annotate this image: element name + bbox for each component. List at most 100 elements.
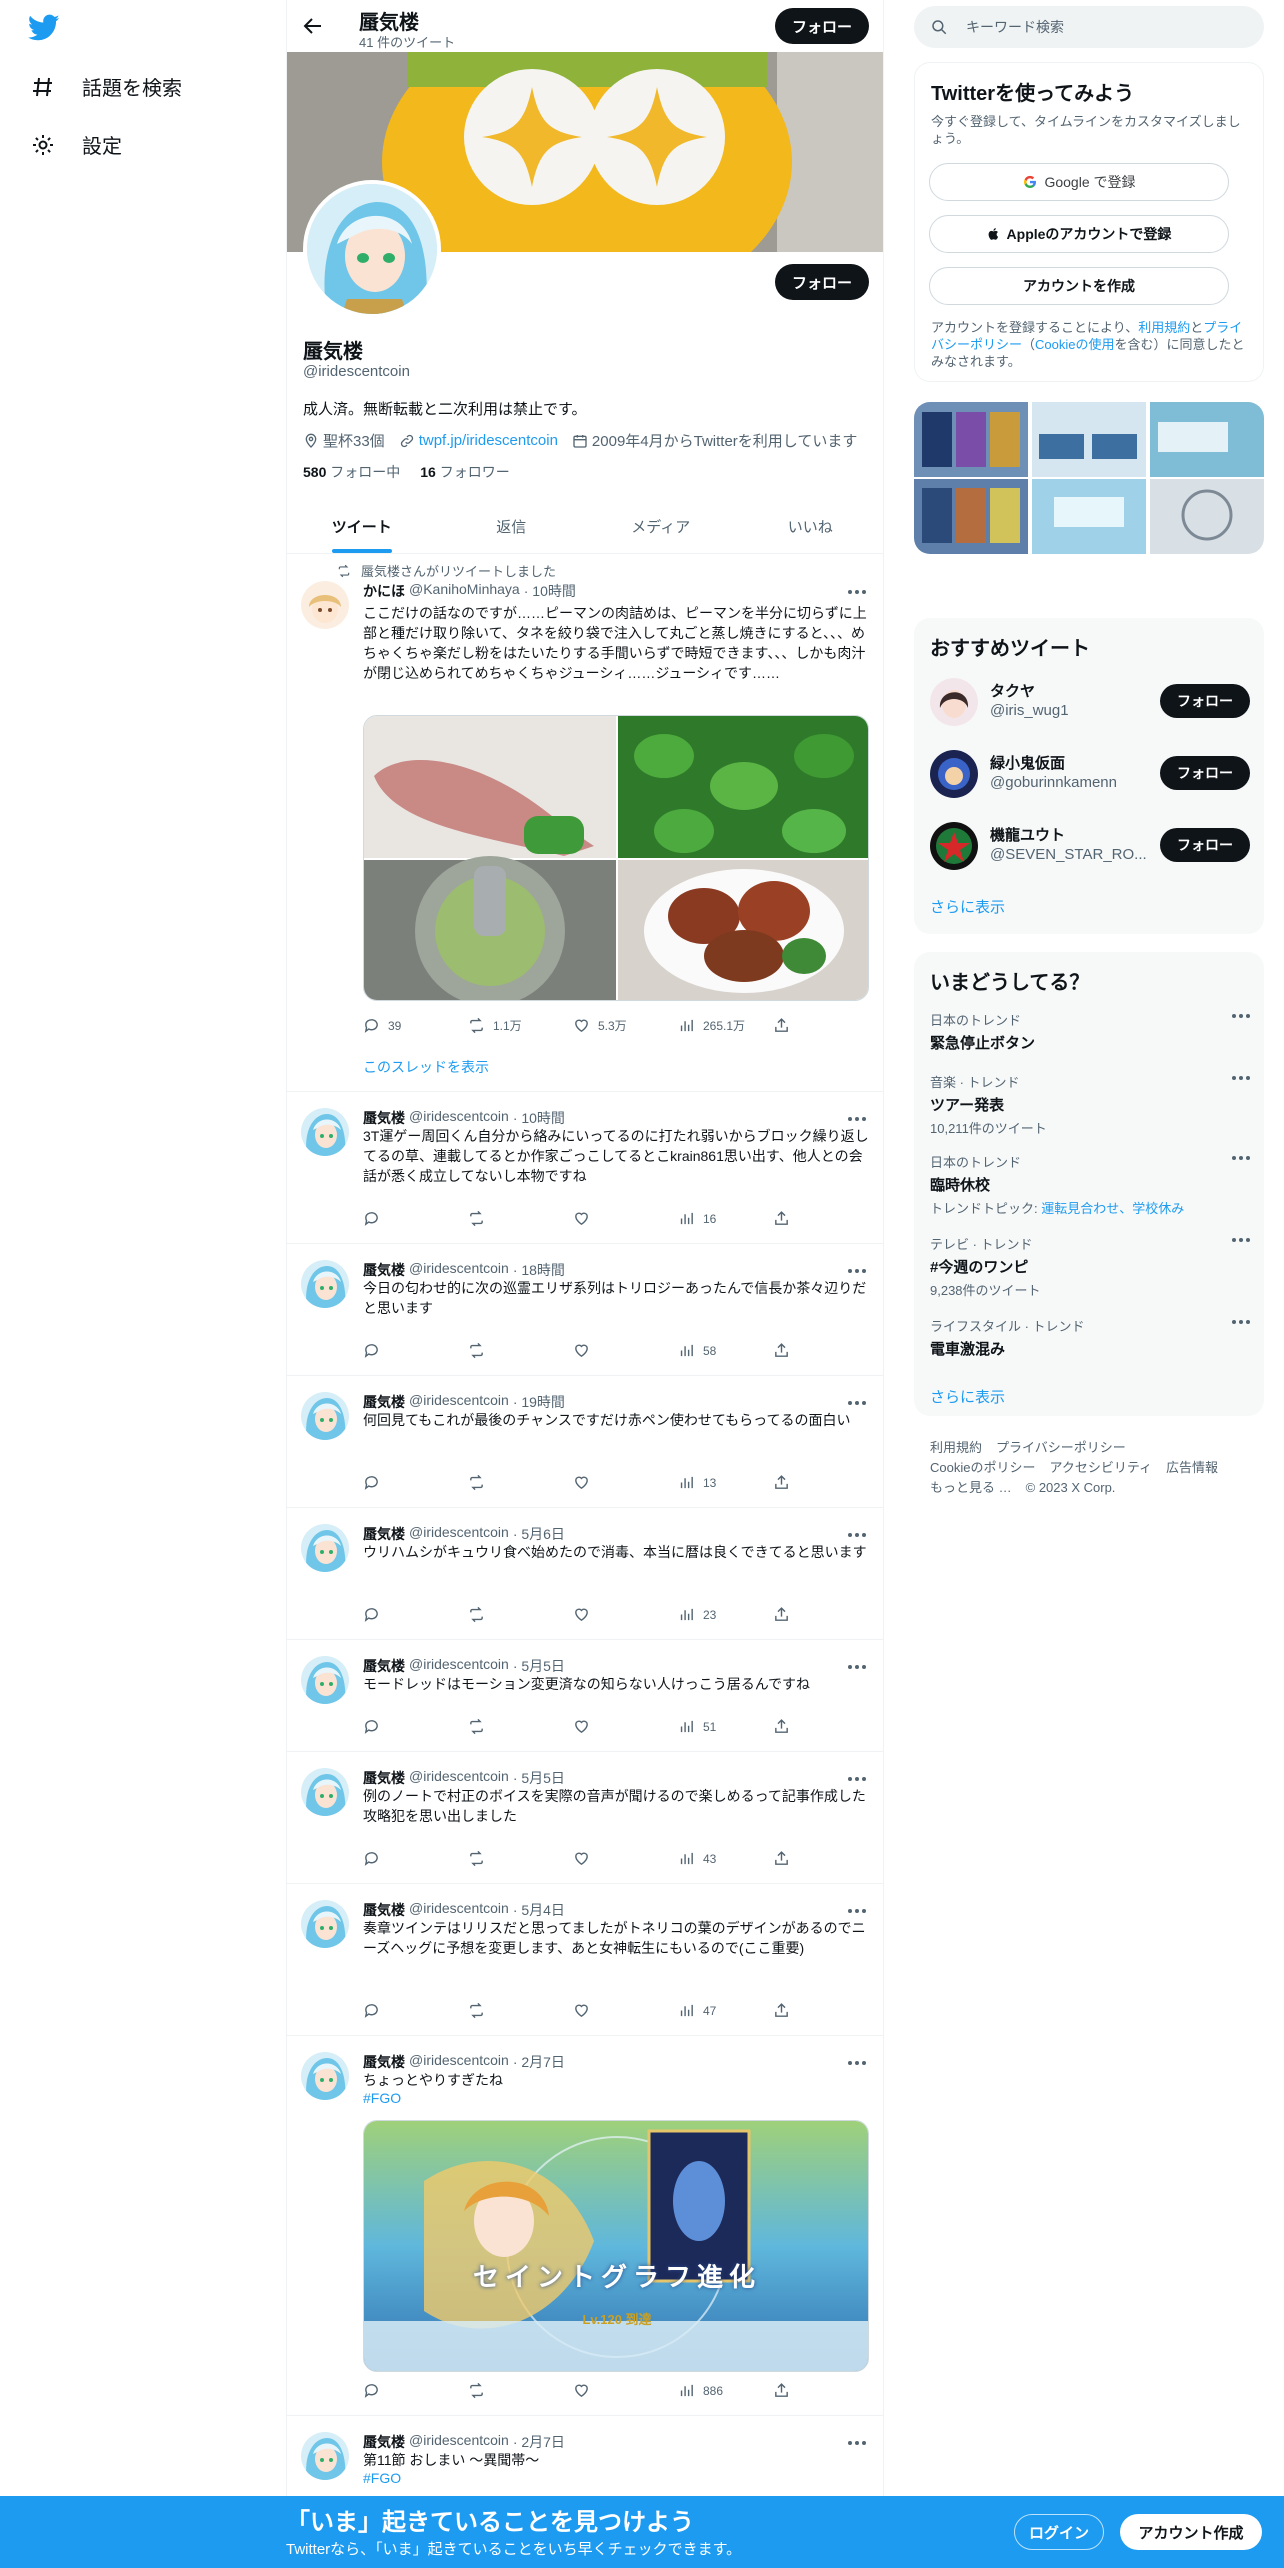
trends-show-more[interactable]: さらに表示	[930, 1386, 1005, 1407]
views-button[interactable]: 43	[678, 1850, 783, 1867]
tweet-author-name[interactable]: 蜃気楼	[363, 1768, 405, 1788]
search-box[interactable]: キーワード検索	[914, 6, 1264, 48]
avatar[interactable]	[301, 1656, 349, 1704]
reply-button[interactable]	[363, 2382, 468, 2399]
reply-button[interactable]	[363, 1474, 468, 1491]
tweet[interactable]: 蜃気楼 @iridescentcoin · 5月6日 ウリハムシがキュウリ食べ始めたの…	[287, 1508, 883, 1640]
tab-tweets[interactable]: ツイート	[287, 500, 437, 553]
nav-settings[interactable]: 設定	[30, 130, 122, 159]
tweet-time[interactable]: · 5月6日	[513, 1524, 565, 1544]
footer-accessibility-link[interactable]: アクセシビリティ	[1049, 1460, 1152, 1475]
more-icon[interactable]	[847, 2060, 867, 2066]
tweet[interactable]: 蜃気楼 @iridescentcoin · 19時間 何回見てもこれが最後のチャンスで…	[287, 1376, 883, 1508]
tweet-time[interactable]: · 19時間	[513, 1392, 565, 1412]
tweet-hashtag[interactable]: #FGO	[363, 2090, 401, 2106]
tab-media[interactable]: メディア	[586, 500, 736, 553]
recommend-user[interactable]: 機龍ユウト @SEVEN_STAR_RO... フォロー	[930, 818, 1250, 872]
more-icon[interactable]	[847, 1664, 867, 1670]
views-button[interactable]: 58	[678, 1342, 783, 1359]
tab-likes[interactable]: いいね	[736, 500, 884, 553]
views-button[interactable]: 13	[678, 1474, 783, 1491]
tweet[interactable]: 蜃気楼さんがリツイートしました かにほ @KanihoMinhaya · 10時…	[287, 555, 883, 1092]
like-button[interactable]: 5.3万	[573, 1017, 678, 1034]
like-button[interactable]	[573, 1850, 678, 1867]
google-signup-button[interactable]: Google で登録	[929, 163, 1229, 201]
terms-link[interactable]: 利用規約	[1138, 320, 1190, 335]
twitter-logo-icon[interactable]	[28, 14, 60, 42]
views-button[interactable]: 51	[678, 1718, 783, 1735]
recommend-user[interactable]: 緑小鬼仮面 @goburinnkamenn フォロー	[930, 746, 1250, 800]
like-button[interactable]	[573, 2002, 678, 2019]
retweet-button[interactable]	[468, 1718, 573, 1735]
avatar[interactable]	[301, 2052, 349, 2100]
trend-item[interactable]: 日本のトレンド 緊急停止ボタン	[930, 1010, 1250, 1053]
more-icon[interactable]	[847, 1908, 867, 1914]
reply-button[interactable]	[363, 2002, 468, 2019]
footer-cookie-link[interactable]: Cookieのポリシー	[930, 1460, 1035, 1475]
views-button[interactable]: 265.1万	[678, 1017, 783, 1034]
views-button[interactable]: 16	[678, 1210, 783, 1227]
avatar[interactable]	[930, 750, 978, 798]
tweet-author-name[interactable]: 蜃気楼	[363, 1108, 405, 1128]
share-icon[interactable]	[773, 1606, 790, 1623]
create-account-button[interactable]: アカウントを作成	[929, 267, 1229, 305]
avatar[interactable]	[301, 1108, 349, 1156]
avatar[interactable]	[930, 678, 978, 726]
profile-website[interactable]: twpf.jp/iridescentcoin	[399, 432, 558, 449]
reply-button[interactable]	[363, 1718, 468, 1735]
follow-button[interactable]: フォロー	[1160, 756, 1250, 790]
tweet-author-name[interactable]: 蜃気楼	[363, 2052, 405, 2072]
tweet-author-handle[interactable]: @iridescentcoin	[409, 1524, 509, 1544]
more-icon[interactable]	[847, 2440, 867, 2446]
tweet-author-handle[interactable]: @iridescentcoin	[409, 1656, 509, 1676]
like-button[interactable]	[573, 1342, 678, 1359]
follow-button[interactable]: フォロー	[1160, 684, 1250, 718]
more-icon[interactable]	[1232, 1014, 1250, 1018]
profile-follow-button[interactable]: フォロー	[775, 264, 869, 300]
trend-item[interactable]: テレビ · トレンド #今週のワンピ 9,238件のツイート	[930, 1234, 1250, 1299]
tweet-author-name[interactable]: 蜃気楼	[363, 2432, 405, 2452]
followers-stat[interactable]: 16 フォロワー	[420, 462, 509, 482]
tweet-author-handle[interactable]: @iridescentcoin	[409, 1108, 509, 1128]
more-icon[interactable]	[1232, 1320, 1250, 1324]
more-icon[interactable]	[847, 1400, 867, 1406]
more-icon[interactable]	[847, 1268, 867, 1274]
footer-more-link[interactable]: もっと見る …	[930, 1480, 1012, 1495]
tweet-author-name[interactable]: 蜃気楼	[363, 1656, 405, 1676]
footer-ads-link[interactable]: 広告情報	[1166, 1460, 1218, 1475]
tweet-time[interactable]: · 5月5日	[513, 1656, 565, 1676]
tweet-author-name[interactable]: 蜃気楼	[363, 1392, 405, 1412]
tab-replies[interactable]: 返信	[437, 500, 587, 553]
share-icon[interactable]	[773, 1017, 790, 1034]
more-icon[interactable]	[847, 589, 867, 595]
trend-item[interactable]: 日本のトレンド 臨時休校 トレンドトピック: 運転見合わせ、学校休み	[930, 1152, 1250, 1217]
tweet-photo-grid[interactable]	[363, 715, 869, 1001]
like-button[interactable]	[573, 1210, 678, 1227]
tweet-time[interactable]: · 5月4日	[513, 1900, 565, 1920]
tweet-hashtag[interactable]: #FGO	[363, 2470, 401, 2486]
avatar[interactable]	[301, 581, 349, 629]
tweet-author-handle[interactable]: @iridescentcoin	[409, 1392, 509, 1412]
share-icon[interactable]	[773, 2382, 790, 2399]
tweet[interactable]: 蜃気楼 @iridescentcoin · 5月4日 奏章ツインテはリリスだと思ってま…	[287, 1884, 883, 2036]
tweet-author-name[interactable]: 蜃気楼	[363, 1260, 405, 1280]
views-button[interactable]: 23	[678, 1606, 783, 1623]
views-button[interactable]: 47	[678, 2002, 783, 2019]
reply-button[interactable]	[363, 1342, 468, 1359]
footer-privacy-link[interactable]: プライバシーポリシー	[996, 1440, 1126, 1455]
reply-button[interactable]	[363, 1210, 468, 1227]
profile-website-link[interactable]: twpf.jp/iridescentcoin	[419, 432, 558, 449]
reply-button[interactable]: 39	[363, 1017, 468, 1034]
signup-button[interactable]: アカウント作成	[1120, 2514, 1262, 2550]
tweet-author-name[interactable]: かにほ	[363, 581, 405, 601]
tweet-image[interactable]: セイントグラフ進化 Lv.120 到達	[363, 2120, 869, 2372]
like-button[interactable]	[573, 1474, 678, 1491]
retweet-button[interactable]	[468, 1850, 573, 1867]
tweet-author-handle[interactable]: @KanihoMinhaya	[409, 581, 520, 601]
share-icon[interactable]	[773, 1474, 790, 1491]
retweet-button[interactable]	[468, 2382, 573, 2399]
tweet-time[interactable]: · 10時間	[524, 581, 576, 601]
following-stat[interactable]: 580 フォロー中	[303, 462, 400, 482]
trend-topics-link[interactable]: 運転見合わせ、学校休み	[1041, 1201, 1184, 1216]
more-icon[interactable]	[847, 1532, 867, 1538]
